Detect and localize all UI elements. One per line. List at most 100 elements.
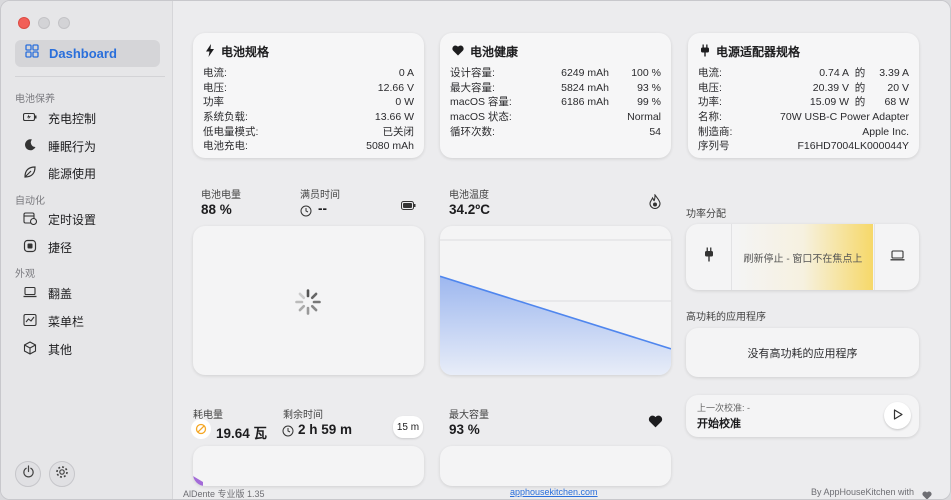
section-appearance: 外观	[15, 269, 35, 280]
power-button[interactable]	[15, 461, 41, 487]
adapter-label: 电压:	[698, 81, 722, 94]
spec-row: 系统负载: 13.66 W	[203, 110, 414, 125]
adapter-label: 制造商:	[698, 125, 733, 138]
laptop-icon	[890, 248, 905, 266]
sidebar-item-other[interactable]: 其他	[23, 339, 72, 359]
spec-row: 低电量模式: 已关闭	[203, 125, 414, 140]
health-value	[529, 110, 609, 125]
health-percent: 54	[649, 125, 661, 138]
spec-rows: 电流: 0 A 电压: 12.66 V 功率 0 W 系统负载: 13.66 W 低电量模式: 已…	[203, 66, 414, 154]
health-label: macOS 容量:	[450, 96, 512, 109]
power-flow-message: 刷新停止 - 窗口不在焦点上	[733, 224, 873, 290]
spec-row: 功率 0 W	[203, 95, 414, 110]
adapter-row: 序列号 F16HD7004LK000044Y	[698, 139, 909, 154]
sidebar-item-sleep[interactable]: 睡眠行为	[23, 136, 96, 156]
adapter-label: 功率:	[698, 96, 722, 109]
battery-spec-card: 电池规格 电流: 0 A 电压: 12.66 V 功率 0 W 系统负载: 13.66 W 低电…	[193, 33, 424, 158]
adapter-value: 0.74 A	[819, 67, 849, 79]
adapter-rows: 电流: 0.74 A 的 3.39 A 电压: 20.39 V 的 20 V 功率: 15.09 …	[698, 66, 909, 154]
health-label: 循环次数:	[450, 125, 495, 138]
health-label: 最大容量:	[450, 81, 495, 94]
settings-button[interactable]	[49, 461, 75, 487]
card-title: 电池健康	[452, 43, 518, 60]
battery-temp-chart-panel	[440, 226, 671, 375]
high-power-apps-label: 高功耗的应用程序	[686, 312, 766, 323]
sidebar-item-energy[interactable]: 能源使用	[23, 163, 96, 183]
temp-area	[440, 276, 671, 375]
spec-value: 0 W	[395, 96, 414, 109]
sidebar: Dashboard 电池保养 充电控制 睡眠行为 能源使用 自动化 定时设置 捷…	[1, 1, 173, 499]
leaf-icon	[23, 165, 37, 182]
adapter-value: F16HD7004LK000044Y	[797, 140, 909, 153]
section-battery-care: 电池保养	[15, 94, 55, 105]
divider	[15, 76, 165, 77]
bolt-icon	[205, 43, 215, 60]
adapter-max: 20 V	[887, 81, 909, 94]
adapter-value: 20.39 V	[812, 81, 849, 94]
flame-icon	[649, 193, 661, 214]
play-icon	[893, 407, 903, 425]
max-capacity-value: 93 %	[449, 422, 480, 437]
spec-row: 电流: 0 A	[203, 66, 414, 81]
card-title: 电池规格	[205, 43, 269, 60]
battery-level-label: 电池电量	[201, 190, 241, 201]
adapter-max: 68 W	[884, 96, 909, 109]
consumption-value: 19.64 瓦	[216, 426, 268, 441]
health-row: 循环次数: 54	[450, 125, 661, 140]
sidebar-item-menubar[interactable]: 菜单栏	[23, 311, 84, 331]
laptop-icon	[23, 285, 37, 302]
spec-value: 12.66 V	[377, 81, 414, 94]
no-power-icon	[191, 419, 211, 439]
plug-icon	[700, 44, 710, 60]
minimize-window-button[interactable]	[38, 17, 50, 29]
zoom-window-button[interactable]	[58, 17, 70, 29]
shortcuts-icon	[23, 239, 37, 256]
adapter-of: 的	[854, 96, 866, 109]
battery-temp-value: 34.2ºC	[449, 202, 490, 217]
version-label: AlDente 专业版 1.35	[183, 489, 265, 499]
full-time-label: 满员时间	[300, 190, 340, 201]
spec-label: 电池充电:	[203, 140, 248, 153]
adapter-of: 的	[854, 67, 866, 79]
adapter-values: 0.74 A 的 3.39 A	[779, 66, 909, 81]
sidebar-item-dashboard[interactable]: Dashboard	[15, 40, 160, 67]
adapter-value: Apple Inc.	[862, 125, 909, 138]
health-label: 设计容量:	[450, 67, 495, 79]
heart-icon	[922, 487, 932, 499]
health-row: macOS 状态: Normal	[450, 110, 661, 125]
spec-label: 电流:	[203, 67, 227, 79]
power-icon	[22, 465, 35, 483]
adapter-row: 名称: 70W USB-C Power Adapter	[698, 110, 909, 125]
plug-icon	[704, 247, 714, 267]
health-values: 54	[529, 125, 661, 140]
interval-button[interactable]: 15 m	[393, 416, 423, 438]
health-values: 6186 mAh 99 %	[529, 95, 661, 110]
close-window-button[interactable]	[18, 17, 30, 29]
consumption-chart-area	[193, 476, 203, 486]
card-title: 电源适配器规格	[700, 43, 800, 60]
power-dist-label: 功率分配	[686, 209, 726, 220]
website-link[interactable]: apphousekitchen.com	[510, 487, 598, 497]
sidebar-item-schedule[interactable]: 定时设置	[23, 209, 96, 229]
calendar-clock-icon	[23, 211, 38, 228]
moon-icon	[23, 138, 37, 155]
sidebar-item-shortcuts[interactable]: 捷径	[23, 237, 72, 257]
max-capacity-chart-panel	[440, 446, 671, 486]
credits-label: By AppHouseKitchen with	[811, 487, 915, 497]
sidebar-item-charge-control[interactable]: 充电控制	[22, 108, 96, 128]
power-target	[874, 224, 919, 290]
start-calibration-button[interactable]	[884, 402, 911, 429]
health-value: 6186 mAh	[561, 96, 609, 109]
power-dist-panel: 刷新停止 - 窗口不在焦点上	[686, 224, 919, 290]
spec-label: 电压:	[203, 81, 227, 94]
consumption-chart-panel	[193, 446, 424, 486]
health-row: macOS 容量: 6186 mAh 99 %	[450, 95, 661, 110]
spec-label: 系统负载:	[203, 111, 248, 124]
adapter-value: 70W USB-C Power Adapter	[780, 111, 909, 124]
high-power-apps-panel: 没有高功耗的应用程序	[686, 328, 919, 377]
spec-row: 电压: 12.66 V	[203, 81, 414, 96]
battery-temp-label: 电池温度	[449, 190, 489, 201]
spec-row: 电池充电: 5080 mAh	[203, 139, 414, 154]
sidebar-item-lid[interactable]: 翻盖	[23, 283, 72, 303]
gear-icon	[55, 465, 69, 484]
